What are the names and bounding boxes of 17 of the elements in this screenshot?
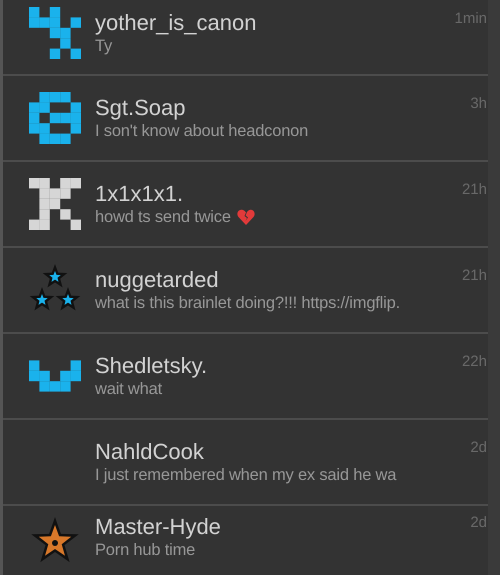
message-preview: I just remembered when my ex said he wa <box>95 464 396 486</box>
sender-name: Sgt.Soap <box>95 94 186 120</box>
sender-name: yother_is_canon <box>95 10 256 36</box>
message-preview: Ty <box>95 36 112 56</box>
pixel-pattern-icon <box>29 92 81 144</box>
sender-name: Shedletsky. <box>95 352 208 378</box>
message-preview: Porn hub time <box>95 540 196 561</box>
sender-name: NahldCook <box>95 438 204 464</box>
message-preview: I son't know about headconon <box>95 120 308 142</box>
pixel-letter-icon <box>29 178 81 230</box>
message-preview: wait what <box>95 378 162 400</box>
sender-name: nuggetarded <box>95 266 219 292</box>
message-preview: what is this brainlet doing?!!! https://imgflip. <box>95 292 400 314</box>
message-preview: howd ts send twice <box>95 206 231 228</box>
sender-name: 1x1x1x1. <box>95 180 184 206</box>
pixel-pattern-icon <box>29 7 81 59</box>
sender-name: Master-Hyde <box>95 514 221 540</box>
